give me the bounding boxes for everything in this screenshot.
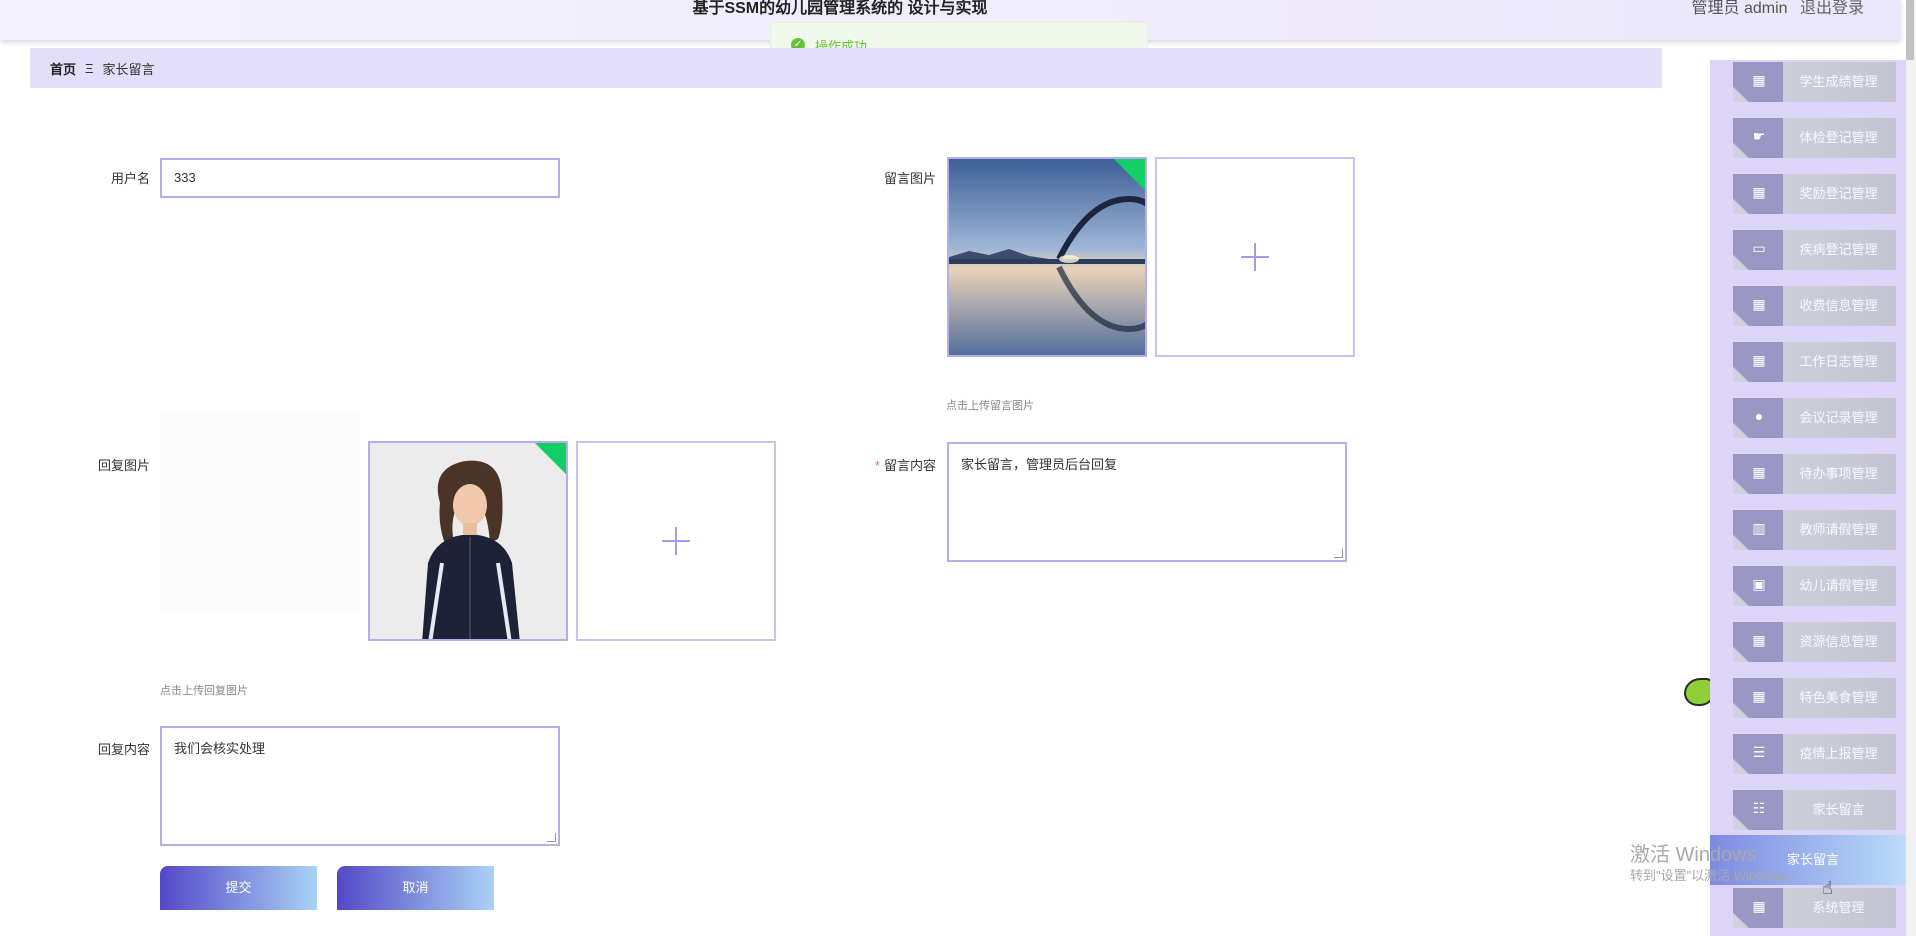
sliders-icon: ☷ bbox=[1752, 800, 1766, 816]
hand-pointer-icon: ☝ bbox=[1822, 878, 1833, 898]
sidebar-item[interactable]: ▦ 资源信息管理 bbox=[1733, 622, 1896, 662]
sidebar-item[interactable]: ☰ 疫情上报管理 bbox=[1733, 734, 1896, 774]
sidebar-item[interactable]: ▦ 待办事项管理 bbox=[1733, 454, 1896, 494]
grid-icon: ▦ bbox=[1752, 72, 1766, 88]
sidebar-item[interactable]: ▦ 系统管理 bbox=[1733, 888, 1896, 928]
sidebar-item-label: 体检登记管理 bbox=[1799, 130, 1878, 145]
reply-content-label: 回复内容 bbox=[97, 742, 150, 757]
user-info: 管理员 admin 退出登录 bbox=[1692, 0, 1865, 17]
message-content-label: * 留言内容 bbox=[846, 455, 936, 474]
sidebar-item-label: 幼儿请假管理 bbox=[1799, 578, 1878, 593]
grid-icon: ▦ bbox=[1752, 464, 1766, 480]
windows-activation-watermark: 激活 Windows 转到"设置"以激活 Windows。 bbox=[1630, 843, 1800, 885]
grid-icon: ▦ bbox=[1752, 898, 1766, 914]
message-image-upload-button[interactable] bbox=[1155, 157, 1355, 357]
woman-photo bbox=[370, 443, 566, 639]
reply-image-ghost-preview bbox=[160, 412, 360, 612]
message-content-textarea[interactable]: 家长留言，管理员后台回复 bbox=[947, 442, 1347, 562]
scrollbar-thumb[interactable] bbox=[1906, 0, 1914, 60]
user-role-label: 管理员 admin bbox=[1691, 0, 1788, 17]
breadcrumb-current: 家长留言 bbox=[102, 61, 155, 77]
sidebar-item[interactable]: ▣ 幼儿请假管理 bbox=[1733, 566, 1896, 606]
grid-icon: ▦ bbox=[1752, 688, 1766, 704]
plus-icon bbox=[1241, 243, 1269, 271]
sidebar-item-label: 家长留言 bbox=[1812, 802, 1865, 817]
sidebar-item-label: 奖励登记管理 bbox=[1799, 186, 1878, 201]
sidebar-item[interactable]: ▦ 特色美食管理 bbox=[1733, 678, 1896, 718]
reply-image-thumbnail[interactable] bbox=[368, 441, 568, 641]
breadcrumb: 首页 Ξ 家长留言 bbox=[30, 48, 1662, 88]
watermark-line1: 激活 Windows bbox=[1630, 844, 1757, 866]
plus-icon bbox=[662, 527, 690, 555]
breadcrumb-home[interactable]: 首页 bbox=[50, 59, 76, 78]
cancel-button[interactable]: 取消 bbox=[337, 866, 494, 910]
sidebar-item-label: 教师请假管理 bbox=[1799, 522, 1878, 537]
submit-button[interactable]: 提交 bbox=[160, 866, 317, 910]
sidebar-item[interactable]: ▦ 奖励登记管理 bbox=[1733, 174, 1896, 214]
sidebar-item-label: 系统管理 bbox=[1812, 900, 1865, 915]
resize-handle-icon[interactable] bbox=[547, 833, 556, 842]
list-icon: ☰ bbox=[1752, 744, 1766, 760]
sidebar-item-label: 工作日志管理 bbox=[1799, 354, 1878, 369]
required-mark: * bbox=[874, 458, 880, 473]
bar-chart-icon: ▥ bbox=[1752, 520, 1766, 536]
sidebar-menu: ▦ 学生成绩管理 ☛ 体检登记管理 ▦ 奖励登记管理 ▭ 疾病登记管理 ▦ 收费信息管理 … bbox=[1710, 60, 1916, 936]
sidebar-item[interactable]: ☛ 体检登记管理 bbox=[1733, 118, 1896, 158]
watermark-line2: 转到"设置"以激活 Windows。 bbox=[1630, 868, 1800, 883]
grid-icon: ▦ bbox=[1752, 296, 1766, 312]
sidebar-item-label: 待办事项管理 bbox=[1799, 466, 1878, 481]
bridge-photo bbox=[949, 159, 1145, 355]
sidebar-item-label: 资源信息管理 bbox=[1799, 634, 1878, 649]
reply-image-label: 回复图片 bbox=[97, 458, 150, 473]
resize-handle-icon[interactable] bbox=[1334, 549, 1343, 558]
page-scrollbar[interactable] bbox=[1906, 0, 1916, 936]
thumb-icon: ☛ bbox=[1752, 128, 1766, 144]
grid-icon: ▦ bbox=[1752, 632, 1766, 648]
sidebar-item-label: 特色美食管理 bbox=[1799, 690, 1878, 705]
user-icon: ● bbox=[1754, 408, 1764, 424]
grid-icon: ▦ bbox=[1752, 184, 1766, 200]
message-image-thumbnail[interactable] bbox=[947, 157, 1147, 357]
username-label: 用户名 bbox=[110, 171, 150, 186]
reply-image-hint: 点击上传回复图片 bbox=[160, 685, 248, 697]
sidebar-item[interactable]: ▦ 工作日志管理 bbox=[1733, 342, 1896, 382]
message-content-label-text: 留言内容 bbox=[883, 458, 936, 473]
sidebar-item[interactable]: ▥ 教师请假管理 bbox=[1733, 510, 1896, 550]
sidebar-item-label: 会议记录管理 bbox=[1799, 410, 1878, 425]
sidebar-item-label: 疾病登记管理 bbox=[1799, 242, 1878, 257]
monitor-icon: ▭ bbox=[1752, 240, 1766, 256]
username-input[interactable]: 333 bbox=[160, 158, 560, 198]
sidebar-item[interactable]: ☷ 家长留言 bbox=[1733, 790, 1896, 830]
briefcase-icon: ▣ bbox=[1752, 576, 1766, 592]
message-content-value: 家长留言，管理员后台回复 bbox=[961, 457, 1118, 472]
grid-icon: ▦ bbox=[1752, 352, 1766, 368]
message-image-label: 留言图片 bbox=[883, 171, 936, 186]
breadcrumb-separator-icon: Ξ bbox=[85, 60, 94, 76]
sidebar-item-label: 疫情上报管理 bbox=[1799, 746, 1878, 761]
sidebar-item-label: 学生成绩管理 bbox=[1799, 74, 1878, 89]
message-image-hint: 点击上传留言图片 bbox=[946, 400, 1034, 412]
app-title: 基于SSM的幼儿园管理系统的 设计与实现 bbox=[692, 0, 988, 17]
sidebar-item[interactable]: ▦ 学生成绩管理 bbox=[1733, 62, 1896, 102]
logout-link[interactable]: 退出登录 bbox=[1800, 0, 1864, 17]
reply-image-upload-button[interactable] bbox=[576, 441, 776, 641]
sidebar-item[interactable]: ▦ 收费信息管理 bbox=[1733, 286, 1896, 326]
reply-content-value: 我们会核实处理 bbox=[174, 741, 266, 756]
sidebar-item[interactable]: ▭ 疾病登记管理 bbox=[1733, 230, 1896, 270]
reply-content-textarea[interactable]: 我们会核实处理 bbox=[160, 726, 560, 846]
sidebar-item-label: 收费信息管理 bbox=[1799, 298, 1878, 313]
sidebar-item[interactable]: ● 会议记录管理 bbox=[1733, 398, 1896, 438]
